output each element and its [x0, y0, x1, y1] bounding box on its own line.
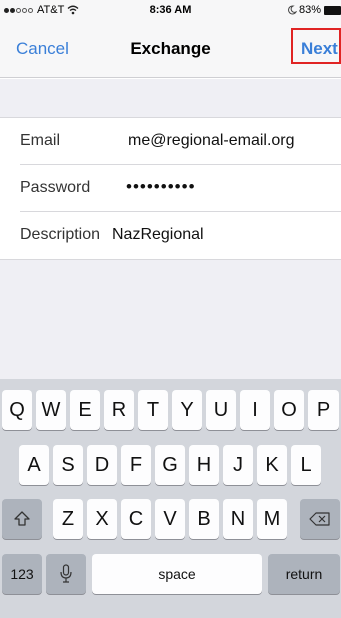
email-label: Email: [20, 132, 61, 149]
backspace-icon: [309, 512, 330, 526]
key-g[interactable]: G: [155, 445, 185, 485]
key-z[interactable]: Z: [53, 499, 83, 539]
key-m[interactable]: M: [257, 499, 287, 539]
key-t[interactable]: T: [138, 390, 168, 430]
space-key[interactable]: space: [92, 554, 262, 594]
key-p[interactable]: P: [308, 390, 339, 430]
key-x[interactable]: X: [87, 499, 117, 539]
key-n[interactable]: N: [223, 499, 253, 539]
microphone-icon: [60, 564, 72, 583]
navigation-bar: Cancel Exchange Next: [0, 20, 341, 78]
key-e[interactable]: E: [70, 390, 100, 430]
password-row[interactable]: Password ••••••••••: [20, 165, 341, 212]
key-c[interactable]: C: [121, 499, 151, 539]
key-r[interactable]: R: [104, 390, 134, 430]
status-right: 83%: [287, 4, 341, 16]
key-d[interactable]: D: [87, 445, 117, 485]
email-field[interactable]: me@regional-email.org: [128, 132, 295, 150]
keyboard: Q W E R T Y U I O P A S D F G H J K L Z …: [0, 379, 341, 618]
delete-key[interactable]: [300, 499, 340, 539]
key-b[interactable]: B: [189, 499, 219, 539]
key-v[interactable]: V: [155, 499, 185, 539]
description-field[interactable]: NazRegional: [112, 226, 204, 244]
key-f[interactable]: F: [121, 445, 151, 485]
return-key[interactable]: return: [268, 554, 340, 594]
numbers-key[interactable]: 123: [2, 554, 42, 594]
key-l[interactable]: L: [291, 445, 321, 485]
key-q[interactable]: Q: [2, 390, 32, 430]
status-bar: AT&T 8:36 AM 83%: [0, 0, 341, 20]
battery-icon: [324, 5, 341, 15]
description-label: Description: [20, 226, 101, 243]
password-label: Password: [20, 179, 91, 196]
key-i[interactable]: I: [240, 390, 270, 430]
account-form: Email me@regional-email.org Password •••…: [0, 117, 341, 260]
form-area: Email me@regional-email.org Password •••…: [0, 79, 341, 379]
key-u[interactable]: U: [206, 390, 236, 430]
shift-icon: [14, 511, 30, 526]
dictation-key[interactable]: [46, 554, 86, 594]
battery-percent: 83%: [298, 4, 321, 16]
key-k[interactable]: K: [257, 445, 287, 485]
shift-key[interactable]: [2, 499, 42, 539]
key-h[interactable]: H: [189, 445, 219, 485]
email-row[interactable]: Email me@regional-email.org: [20, 118, 341, 165]
password-field[interactable]: ••••••••••: [126, 177, 196, 197]
key-j[interactable]: J: [223, 445, 253, 485]
key-a[interactable]: A: [19, 445, 49, 485]
next-button[interactable]: Next: [291, 28, 341, 64]
key-o[interactable]: O: [274, 390, 304, 430]
page-title: Exchange: [130, 39, 211, 58]
key-s[interactable]: S: [53, 445, 83, 485]
moon-icon: [288, 5, 297, 15]
key-y[interactable]: Y: [172, 390, 202, 430]
description-row[interactable]: Description NazRegional: [20, 212, 341, 259]
key-w[interactable]: W: [36, 390, 66, 430]
